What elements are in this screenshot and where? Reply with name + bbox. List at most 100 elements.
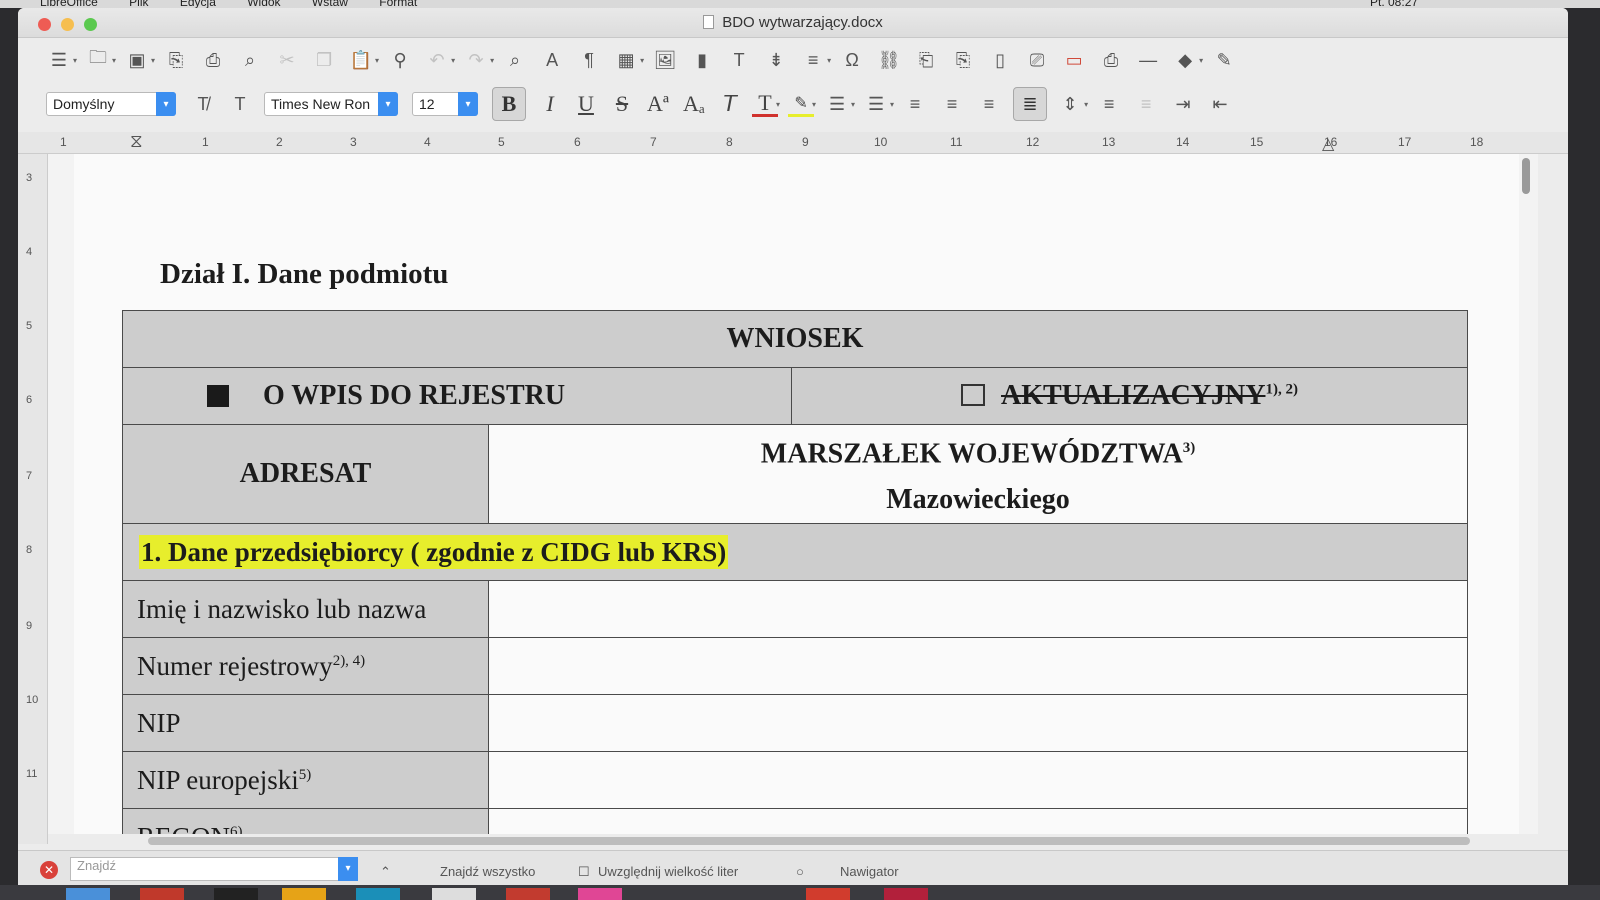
- field-value-nip[interactable]: [488, 694, 1468, 753]
- dock-app-icon[interactable]: [884, 888, 928, 900]
- insert-image-icon[interactable]: 🖼: [652, 47, 678, 73]
- bookmark-icon[interactable]: ▯: [987, 47, 1013, 73]
- chevron-down-icon[interactable]: ▾: [112, 56, 116, 65]
- dock-app-icon[interactable]: [578, 888, 622, 900]
- update-style-icon[interactable]: T̸: [190, 91, 216, 117]
- increase-paragraph-spacing-icon[interactable]: ≡: [1096, 91, 1122, 117]
- insert-field-icon[interactable]: ≡: [800, 47, 826, 73]
- endnote-icon[interactable]: ⎘: [950, 47, 976, 73]
- menu-insert[interactable]: Wstaw: [312, 0, 348, 8]
- paste-icon[interactable]: 📋: [348, 47, 374, 73]
- insert-table-icon[interactable]: ▦: [613, 47, 639, 73]
- align-right-icon[interactable]: ≡: [976, 91, 1002, 117]
- right-indent-marker-icon[interactable]: △: [1322, 134, 1334, 154]
- find-replace-icon[interactable]: ⌕: [502, 47, 528, 73]
- footnote-icon[interactable]: ⎗: [913, 47, 939, 73]
- dock-app-icon[interactable]: [66, 888, 110, 900]
- chevron-down-icon[interactable]: ▾: [378, 92, 398, 116]
- chevron-down-icon[interactable]: ▾: [458, 92, 478, 116]
- underline-button[interactable]: U: [572, 89, 600, 119]
- numbered-list-icon[interactable]: ☰: [863, 91, 889, 117]
- export-pdf-icon[interactable]: ⎘: [163, 47, 189, 73]
- menu-view[interactable]: Widok: [247, 0, 280, 8]
- strikethrough-button[interactable]: S: [608, 89, 636, 119]
- checked-checkbox-icon[interactable]: [207, 385, 229, 407]
- field-label-name[interactable]: Imię i nazwisko lub nazwa: [122, 580, 489, 639]
- open-folder-icon[interactable]: 🗀: [85, 47, 111, 73]
- font-size-select[interactable]: 12 ▾: [412, 92, 478, 116]
- chevron-down-icon[interactable]: ▾: [812, 100, 816, 109]
- chevron-down-icon[interactable]: ▾: [827, 56, 831, 65]
- copy-icon[interactable]: ❐: [311, 47, 337, 73]
- dock-app-icon[interactable]: [214, 888, 258, 900]
- paragraph-style-select[interactable]: Domyślny ▾: [46, 92, 176, 116]
- dock-app-icon[interactable]: [432, 888, 476, 900]
- decrease-paragraph-spacing-icon[interactable]: ≡: [1133, 91, 1159, 117]
- spelling-icon[interactable]: A: [539, 47, 565, 73]
- addressee-value-cell[interactable]: MARSZAŁEK WOJEWÓDZTWA3) Mazowieckiego: [488, 423, 1468, 525]
- navigator-button[interactable]: Nawigator: [840, 864, 899, 879]
- dock-app-icon[interactable]: [282, 888, 326, 900]
- cross-reference-icon[interactable]: ⎚: [1024, 47, 1050, 73]
- section-heading[interactable]: Dział I. Dane podmiotu: [160, 258, 448, 291]
- document-canvas[interactable]: Dział I. Dane podmiotu WNIOSEK O WPIS DO…: [48, 154, 1538, 834]
- chevron-down-icon[interactable]: ▾: [640, 56, 644, 65]
- horizontal-ruler[interactable]: 1 ⧖ 1 2 3 4 5 6 7 8 9 10 11 12 13 14 15 …: [18, 131, 1568, 154]
- formatting-marks-icon[interactable]: ¶: [576, 47, 602, 73]
- comment-icon[interactable]: ▭: [1061, 47, 1087, 73]
- draw-icon[interactable]: ✎: [1211, 47, 1237, 73]
- font-color-icon[interactable]: T: [752, 90, 778, 117]
- section-title-cell[interactable]: 1. Dane przedsiębiorcy ( zgodnie z CIDG …: [122, 523, 1468, 582]
- sidebar-icon[interactable]: ☰: [46, 47, 72, 73]
- document-page[interactable]: Dział I. Dane podmiotu WNIOSEK O WPIS DO…: [74, 154, 1519, 834]
- basic-shapes-icon[interactable]: ◆: [1172, 47, 1198, 73]
- addressee-label-cell[interactable]: ADRESAT: [122, 423, 489, 525]
- special-character-icon[interactable]: Ω: [839, 47, 865, 73]
- insert-line-icon[interactable]: —: [1135, 47, 1161, 73]
- search-icon[interactable]: ○: [796, 864, 804, 879]
- chevron-down-icon[interactable]: ▾: [375, 56, 379, 65]
- hyperlink-icon[interactable]: ⛓: [876, 47, 902, 73]
- clone-formatting-icon[interactable]: ⚲: [387, 47, 413, 73]
- italic-button[interactable]: I: [536, 89, 564, 119]
- dock-app-icon[interactable]: [140, 888, 184, 900]
- chevron-down-icon[interactable]: ▾: [890, 100, 894, 109]
- left-indent-marker-icon[interactable]: ⧖: [130, 131, 143, 152]
- subscript-icon[interactable]: Aₐ: [680, 89, 708, 119]
- chevron-down-icon[interactable]: ▾: [73, 56, 77, 65]
- chevron-down-icon[interactable]: ▾: [451, 56, 455, 65]
- align-center-icon[interactable]: ≡: [939, 91, 965, 117]
- new-style-icon[interactable]: T: [227, 91, 253, 117]
- field-value-eu-nip[interactable]: [488, 751, 1468, 810]
- align-left-icon[interactable]: ≡: [902, 91, 928, 117]
- chevron-down-icon[interactable]: ▾: [490, 56, 494, 65]
- dock-app-icon[interactable]: [356, 888, 400, 900]
- match-case-checkbox[interactable]: ☐: [578, 864, 590, 880]
- find-all-button[interactable]: Znajdź wszystko: [440, 864, 535, 879]
- font-name-select[interactable]: Times New Ron ▾: [264, 92, 398, 116]
- horizontal-scrollbar[interactable]: [148, 837, 1470, 845]
- update-option-cell[interactable]: AKTUALIZACYJNY1), 2): [791, 367, 1468, 425]
- undo-icon[interactable]: ↶: [424, 47, 450, 73]
- menu-edit[interactable]: Edycja: [180, 0, 216, 8]
- menu-format[interactable]: Format: [379, 0, 417, 8]
- increase-indent-icon[interactable]: ⇥: [1170, 91, 1196, 117]
- bulleted-list-icon[interactable]: ☰: [824, 91, 850, 117]
- dock-app-icon[interactable]: [506, 888, 550, 900]
- field-label-regon[interactable]: REGON6): [122, 808, 489, 834]
- line-spacing-icon[interactable]: ⇕: [1057, 91, 1083, 117]
- chevron-down-icon[interactable]: ▾: [851, 100, 855, 109]
- clear-formatting-icon[interactable]: 𝘛: [716, 89, 744, 119]
- chevron-down-icon[interactable]: ▾: [1199, 56, 1203, 65]
- superscript-icon[interactable]: Aª: [644, 89, 672, 119]
- bold-button[interactable]: B: [492, 87, 526, 121]
- field-label-nip[interactable]: NIP: [122, 694, 489, 753]
- insert-chart-icon[interactable]: ▮: [689, 47, 715, 73]
- find-previous-icon[interactable]: ⌃: [380, 864, 391, 880]
- menu-app[interactable]: LibreOffice: [40, 0, 98, 8]
- table-header-cell[interactable]: WNIOSEK: [122, 310, 1468, 368]
- field-value-name[interactable]: [488, 580, 1468, 639]
- print-preview-icon[interactable]: ⌕: [237, 47, 263, 73]
- save-icon[interactable]: ▣: [124, 47, 150, 73]
- vertical-scrollbar[interactable]: [1522, 158, 1530, 194]
